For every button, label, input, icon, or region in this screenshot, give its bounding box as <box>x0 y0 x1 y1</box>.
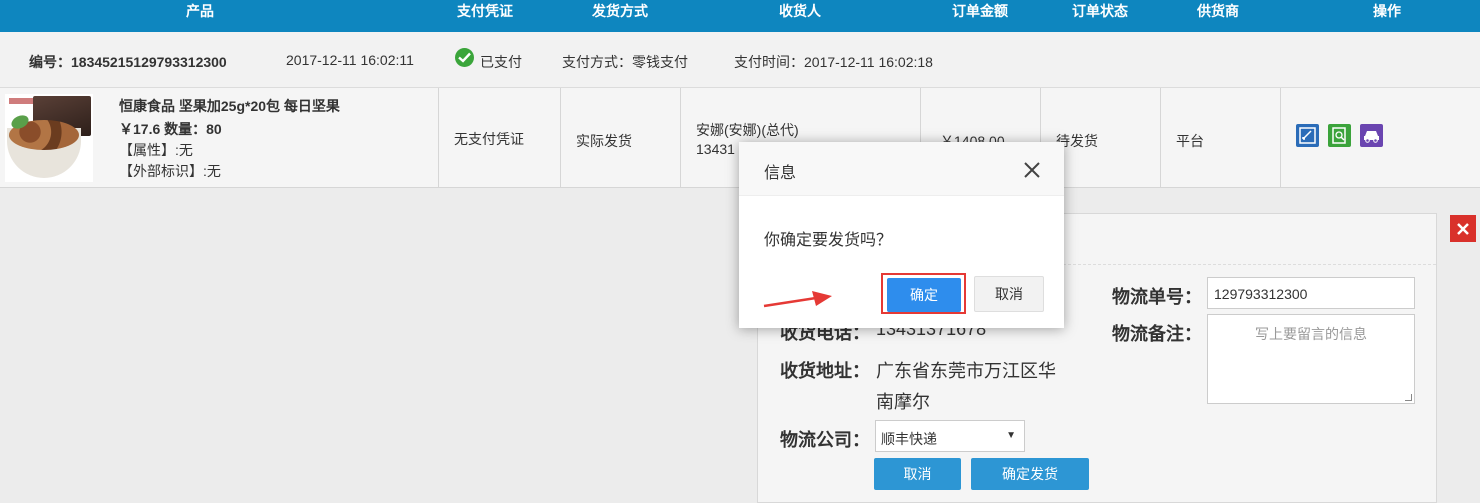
paid-status: 已支付 <box>480 54 522 70</box>
address-line-2: 南摩尔 <box>876 392 930 412</box>
tracking-number-input[interactable]: 129793312300 <box>1207 277 1415 309</box>
logistics-company-select[interactable]: 顺丰快递 ▼ <box>875 420 1025 452</box>
payment-proof-cell: 无支付凭证 <box>454 131 524 147</box>
receiver-name: 安娜(安娜)(总代) <box>696 122 799 138</box>
dialog-message: 你确定要发货吗？ <box>764 232 893 249</box>
address-line-1: 广东省东莞市万江区华 <box>876 361 1056 381</box>
tracking-label: 物流单号： <box>1112 287 1202 307</box>
order-info-row: 编号：18345215129793312300 2017-12-11 16:02… <box>0 32 1480 88</box>
order-number: 编号：18345215129793312300 <box>29 54 227 70</box>
check-circle-icon <box>455 48 474 67</box>
header-supplier: 供货商 <box>1197 3 1239 19</box>
header-receiver: 收货人 <box>779 3 821 19</box>
receipt-icon[interactable] <box>1328 124 1351 147</box>
payment-method: 支付方式：零钱支付 <box>562 54 688 70</box>
panel-cancel-button[interactable]: 取消 <box>874 458 961 490</box>
close-icon[interactable] <box>1450 215 1476 242</box>
truck-icon[interactable] <box>1360 124 1383 147</box>
dropdown-arrow-icon: ▼ <box>1006 430 1016 441</box>
header-operation: 操作 <box>1373 3 1401 19</box>
edit-icon[interactable] <box>1296 124 1319 147</box>
dialog-title: 信息 <box>764 165 797 182</box>
receiver-phone: 13431 <box>696 141 735 157</box>
product-title[interactable]: 恒康食品 坚果加25g*20包 每日坚果 <box>119 96 340 116</box>
address-label: 收货地址： <box>780 361 870 381</box>
dialog-ok-button[interactable]: 确定 <box>887 278 961 312</box>
logistics-company-value: 顺丰快递 <box>881 431 937 447</box>
resize-grip-icon[interactable] <box>1405 394 1412 401</box>
logistics-note-textarea[interactable]: 写上要留言的信息 <box>1207 314 1415 404</box>
payment-time: 支付时间：2017-12-11 16:02:18 <box>734 54 933 70</box>
product-price-quantity: ￥17.6 数量：80 <box>119 121 222 137</box>
product-image[interactable] <box>5 94 93 182</box>
confirm-ship-button[interactable]: 确定发货 <box>971 458 1089 490</box>
order-created-time: 2017-12-11 16:02:11 <box>286 52 414 68</box>
logistics-company-label: 物流公司： <box>780 430 870 450</box>
header-payment-proof: 支付凭证 <box>457 3 513 19</box>
dialog-header: 信息 <box>739 142 1064 196</box>
header-product: 产品 <box>186 3 214 19</box>
product-external-mark: 【外部标识】:无 <box>119 163 221 179</box>
header-shipping-method: 发货方式 <box>592 3 648 19</box>
table-header: 产品 支付凭证 发货方式 收货人 订单金额 订单状态 供货商 操作 <box>0 0 1480 32</box>
dialog-close-icon[interactable] <box>1021 159 1043 181</box>
shipping-method-cell: 实际发货 <box>576 133 632 149</box>
supplier-cell: 平台 <box>1176 133 1204 149</box>
header-order-status: 订单状态 <box>1072 3 1128 19</box>
dialog-cancel-button[interactable]: 取消 <box>974 276 1044 312</box>
note-placeholder: 写上要留言的信息 <box>1255 326 1367 342</box>
header-order-amount: 订单金额 <box>952 3 1008 19</box>
logistics-note-label: 物流备注： <box>1112 324 1202 344</box>
product-attribute: 【属性】:无 <box>119 142 193 158</box>
annotation-arrow-icon <box>763 291 832 308</box>
